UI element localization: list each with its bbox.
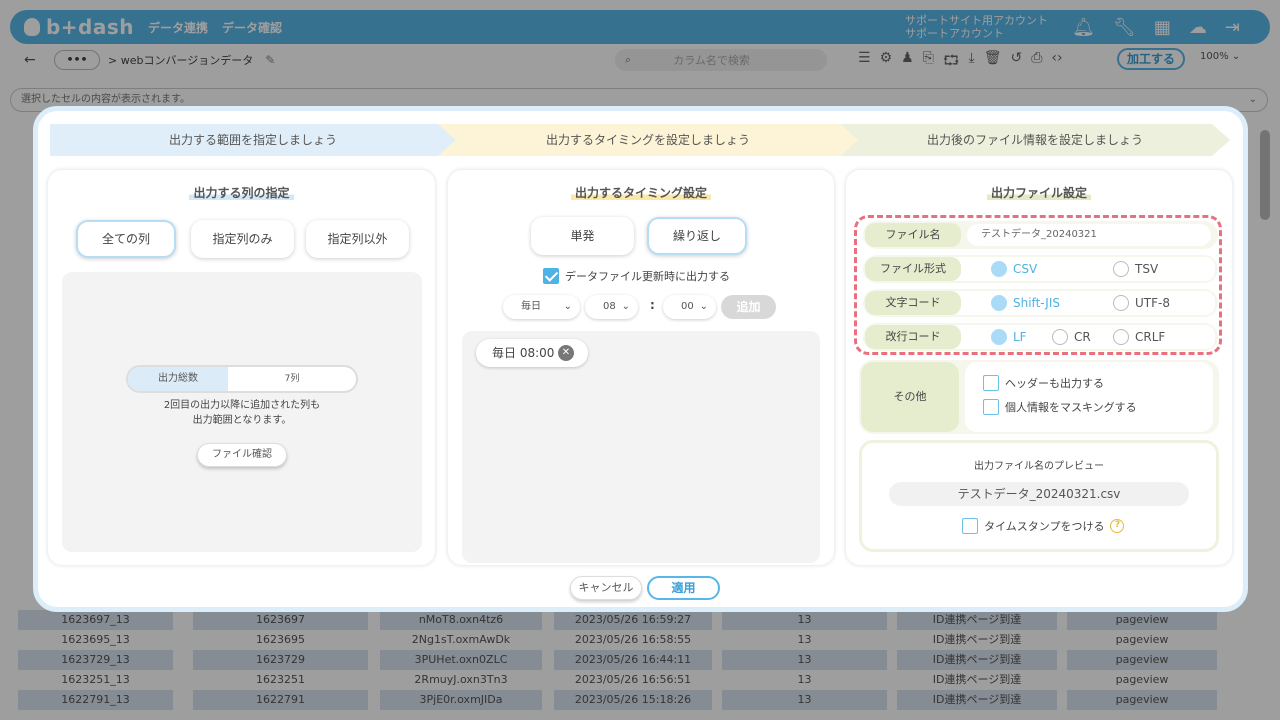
schedule-list: 毎日 08:00 ✕ — [462, 331, 820, 563]
all-columns-button[interactable]: 全ての列 — [76, 220, 176, 258]
header-output-option[interactable]: ヘッダーも出力する — [983, 375, 1104, 391]
export-settings-modal: 出力する範囲を指定しましょう 出力するタイミングを設定しましょう 出力後のファイ… — [33, 106, 1248, 612]
filename-preview: 出力ファイル名のプレビュー テストデータ_20240321.csv タイムスタン… — [859, 440, 1219, 552]
radio-circle — [991, 295, 1007, 311]
format-tsv-radio[interactable]: TSV — [1113, 261, 1158, 277]
radio-label: Shift-JIS — [1013, 296, 1060, 310]
apply-button[interactable]: 適用 — [647, 576, 720, 600]
radio-circle — [991, 329, 1007, 345]
columns-note: 2回目の出力以降に追加された列も 出力範囲となります。 — [62, 398, 422, 428]
encoding-sjis-radio[interactable]: Shift-JIS — [991, 295, 1060, 311]
radio-circle — [1113, 295, 1129, 311]
newline-crlf-radio[interactable]: CRLF — [1113, 329, 1165, 345]
other-label: その他 — [861, 362, 959, 432]
total-label: 出力総数 — [128, 367, 228, 391]
step-indicator: 出力する範囲を指定しましょう 出力するタイミングを設定しましょう 出力後のファイ… — [50, 124, 1230, 156]
selected-columns-button[interactable]: 指定列のみ — [191, 220, 294, 258]
chevron-down-icon: ⌄ — [621, 301, 630, 312]
header-output-checkbox[interactable] — [983, 375, 999, 391]
radio-label: TSV — [1135, 262, 1159, 276]
timing-panel-title: 出力するタイミング設定 — [448, 184, 834, 201]
newline-label: 改行コード — [865, 325, 961, 349]
newline-options: 改行コード LF CR CRLF — [865, 325, 1215, 349]
schedule-chip: 毎日 08:00 ✕ — [476, 339, 588, 367]
highlight-box: ファイル名 テストデータ_20240321 ファイル形式 CSV TSV 文字コ… — [854, 215, 1222, 355]
radio-label: CR — [1074, 330, 1091, 344]
radio-circle — [1113, 329, 1129, 345]
repeat-button[interactable]: 繰り返し — [647, 217, 747, 255]
columns-summary-area: 出力総数 7列 2回目の出力以降に追加された列も 出力範囲となります。 ファイル… — [62, 272, 422, 552]
encoding-utf8-radio[interactable]: UTF-8 — [1113, 295, 1170, 311]
preview-value: テストデータ_20240321.csv — [889, 482, 1189, 506]
note-line-2: 出力範囲となります。 — [192, 415, 292, 426]
newline-lf-radio[interactable]: LF — [991, 329, 1027, 345]
timestamp-option[interactable]: タイムスタンプをつける ? — [962, 518, 1125, 534]
filename-input[interactable]: テストデータ_20240321 — [967, 224, 1211, 246]
radio-circle — [991, 261, 1007, 277]
time-colon: : — [650, 298, 655, 312]
format-csv-radio[interactable]: CSV — [991, 261, 1037, 277]
timing-title-text: 出力するタイミング設定 — [570, 186, 711, 200]
other-options: その他 ヘッダーも出力する 個人情報をマスキングする — [859, 360, 1219, 434]
encoding-label: 文字コード — [865, 291, 961, 315]
masking-label: 個人情報をマスキングする — [1005, 401, 1137, 414]
total-columns-bar: 出力総数 7列 — [126, 365, 358, 393]
note-line-1: 2回目の出力以降に追加された列も — [163, 400, 321, 411]
hour-select[interactable]: 08 ⌄ — [585, 295, 638, 319]
hour-value: 08 — [603, 301, 616, 312]
file-check-button[interactable]: ファイル確認 — [197, 443, 287, 467]
radio-circle — [1113, 261, 1129, 277]
masking-option[interactable]: 個人情報をマスキングする — [983, 399, 1137, 415]
chevron-down-icon: ⌄ — [699, 301, 708, 312]
frequency-value: 毎日 — [521, 301, 541, 312]
radio-label: CSV — [1013, 262, 1038, 276]
single-run-button[interactable]: 単発 — [531, 217, 634, 255]
schedule-text: 毎日 08:00 — [492, 346, 555, 360]
step-file-info: 出力後のファイル情報を設定しましょう — [840, 124, 1230, 156]
file-settings-panel: 出力ファイル設定 ファイル名 テストデータ_20240321 ファイル形式 CS… — [846, 170, 1232, 565]
columns-title-text: 出力する列の指定 — [189, 186, 294, 200]
timing-panel: 出力するタイミング設定 単発 繰り返し データファイル更新時に出力する 毎日 ⌄ … — [448, 170, 834, 565]
format-label: ファイル形式 — [865, 257, 961, 281]
encoding-options: 文字コード Shift-JIS UTF-8 — [865, 291, 1215, 315]
columns-panel-title: 出力する列の指定 — [48, 184, 435, 201]
total-value: 7列 — [284, 374, 300, 384]
minute-value: 00 — [681, 301, 694, 312]
chevron-down-icon: ⌄ — [563, 301, 572, 312]
minute-select[interactable]: 00 ⌄ — [663, 295, 716, 319]
cancel-button[interactable]: キャンセル — [570, 576, 642, 600]
format-row: ファイル形式 CSV TSV — [863, 255, 1218, 283]
newline-cr-radio[interactable]: CR — [1052, 329, 1091, 345]
other-options-list: ヘッダーも出力する 個人情報をマスキングする — [965, 362, 1213, 432]
filename-row: ファイル名 テストデータ_20240321 — [863, 221, 1218, 249]
timestamp-checkbox[interactable] — [962, 518, 978, 534]
step-range: 出力する範囲を指定しましょう — [50, 124, 456, 156]
radio-label: UTF-8 — [1135, 296, 1170, 310]
encoding-row: 文字コード Shift-JIS UTF-8 — [863, 289, 1218, 317]
step-timing: 出力するタイミングを設定しましょう — [438, 124, 858, 156]
newline-row: 改行コード LF CR CRLF — [863, 323, 1218, 351]
masking-checkbox[interactable] — [983, 399, 999, 415]
except-columns-button[interactable]: 指定列以外 — [306, 220, 409, 258]
update-output-option[interactable]: データファイル更新時に出力する — [543, 268, 730, 284]
filename-label: ファイル名 — [865, 223, 961, 247]
add-schedule-button[interactable]: 追加 — [721, 295, 776, 319]
format-options: ファイル形式 CSV TSV — [865, 257, 1215, 281]
close-icon[interactable]: ✕ — [558, 345, 574, 361]
frequency-select[interactable]: 毎日 ⌄ — [503, 295, 580, 319]
radio-circle — [1052, 329, 1068, 345]
timestamp-label: タイムスタンプをつける — [984, 520, 1105, 533]
header-output-label: ヘッダーも出力する — [1005, 377, 1104, 390]
update-output-checkbox[interactable] — [543, 268, 559, 284]
preview-title: 出力ファイル名のプレビュー — [974, 461, 1104, 472]
help-icon[interactable]: ? — [1110, 519, 1125, 533]
file-title-text: 出力ファイル設定 — [986, 186, 1091, 200]
radio-label: CRLF — [1135, 330, 1166, 344]
radio-label: LF — [1013, 330, 1027, 344]
columns-panel: 出力する列の指定 全ての列 指定列のみ 指定列以外 出力総数 7列 2回目の出力… — [48, 170, 435, 565]
file-panel-title: 出力ファイル設定 — [846, 184, 1232, 201]
update-output-label: データファイル更新時に出力する — [565, 270, 730, 283]
